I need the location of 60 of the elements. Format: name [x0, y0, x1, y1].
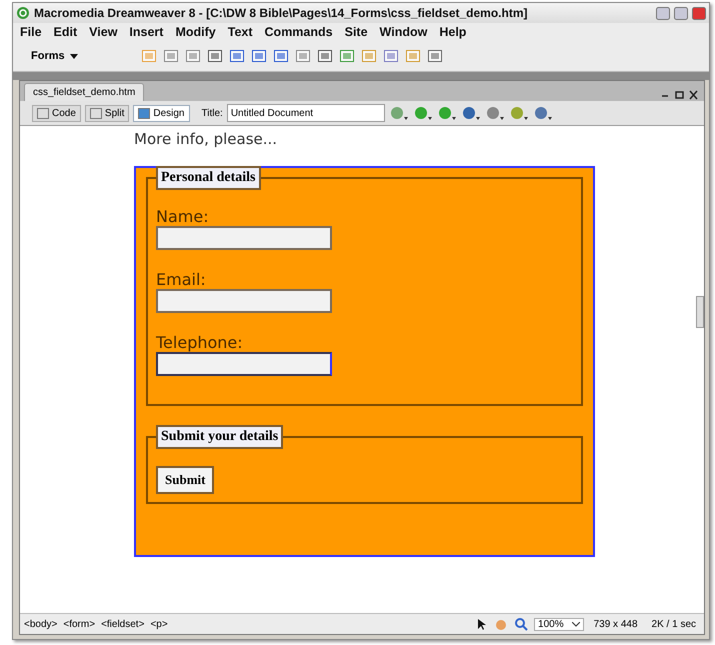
title-input[interactable]: Untitled Document [226, 104, 385, 122]
tag-selector[interactable]: <fieldset> [101, 618, 144, 630]
menu-item[interactable]: Text [224, 25, 262, 39]
view-icon [138, 108, 150, 118]
toolbar-icon[interactable] [339, 48, 355, 64]
minimize-icon[interactable] [656, 6, 670, 20]
window-controls-icon[interactable] [660, 89, 700, 101]
toolbar-icon[interactable] [532, 105, 553, 121]
menu-item[interactable]: Modify [172, 25, 225, 39]
toolbar-icon[interactable] [229, 48, 245, 64]
menu-item[interactable]: Edit [50, 25, 86, 39]
menu-item[interactable]: Insert [126, 25, 172, 39]
menu-item[interactable]: File [17, 25, 51, 39]
close-icon[interactable] [692, 6, 706, 20]
toolbar-icon[interactable] [251, 48, 267, 64]
toolbar-icon[interactable] [427, 48, 443, 64]
toolbar-icon[interactable] [383, 48, 399, 64]
input-field[interactable] [156, 226, 332, 250]
menu-item[interactable]: View [86, 25, 126, 39]
view-button[interactable]: Design [133, 104, 190, 122]
field-label: Email: [156, 270, 207, 289]
caret-icon [70, 54, 78, 58]
toolbar-icon[interactable] [295, 48, 311, 64]
document-tab[interactable]: css_fieldset_demo.htm [24, 83, 144, 101]
zoom-dropdown[interactable]: 100% [534, 618, 584, 630]
toolbar-icon[interactable] [273, 48, 289, 64]
toolbar-icon[interactable] [185, 48, 201, 64]
submit-button[interactable]: Submit [156, 466, 214, 494]
menu-item[interactable]: Window [376, 25, 436, 39]
view-button[interactable]: Split [84, 104, 130, 122]
view-icon [37, 108, 49, 118]
menu-item[interactable]: Site [342, 25, 377, 39]
toolbar-icon[interactable] [460, 105, 481, 121]
input-field[interactable] [156, 352, 332, 376]
fieldset-legend: Personal details [156, 166, 260, 190]
category-dropdown[interactable]: Forms [25, 50, 135, 62]
toolbar-icon[interactable] [317, 48, 333, 64]
menu-item[interactable]: Commands [262, 25, 342, 39]
window-size[interactable]: 739 x 448 [590, 618, 642, 630]
tag-selector[interactable]: <p> [150, 618, 168, 630]
caret-icon [572, 622, 580, 626]
panel-handle[interactable] [696, 296, 704, 328]
title-label: Title: [202, 108, 223, 118]
fieldset-legend: Submit your details [156, 425, 284, 449]
app-logo-icon [16, 6, 30, 20]
toolbar-icon[interactable] [207, 48, 223, 64]
menu-item[interactable]: Help [436, 25, 476, 39]
view-button[interactable]: Code [32, 104, 81, 122]
intro-text: More info, please... [134, 130, 278, 148]
field-label: Telephone: [156, 333, 244, 352]
maximize-icon[interactable] [674, 6, 688, 20]
field-label: Name: [156, 207, 210, 226]
input-field[interactable] [156, 289, 332, 313]
view-icon [90, 108, 102, 118]
download-time: 2K / 1 sec [650, 618, 697, 630]
tag-selector[interactable]: <form> [63, 618, 96, 630]
toolbar-icon[interactable] [163, 48, 179, 64]
tag-selector[interactable]: <body> [24, 618, 58, 630]
window-title: Macromedia Dreamweaver 8 - [C:\DW 8 Bible\Pages\14_Forms\css_fieldset_demo.htm] [34, 6, 529, 20]
search-icon[interactable] [514, 617, 528, 631]
